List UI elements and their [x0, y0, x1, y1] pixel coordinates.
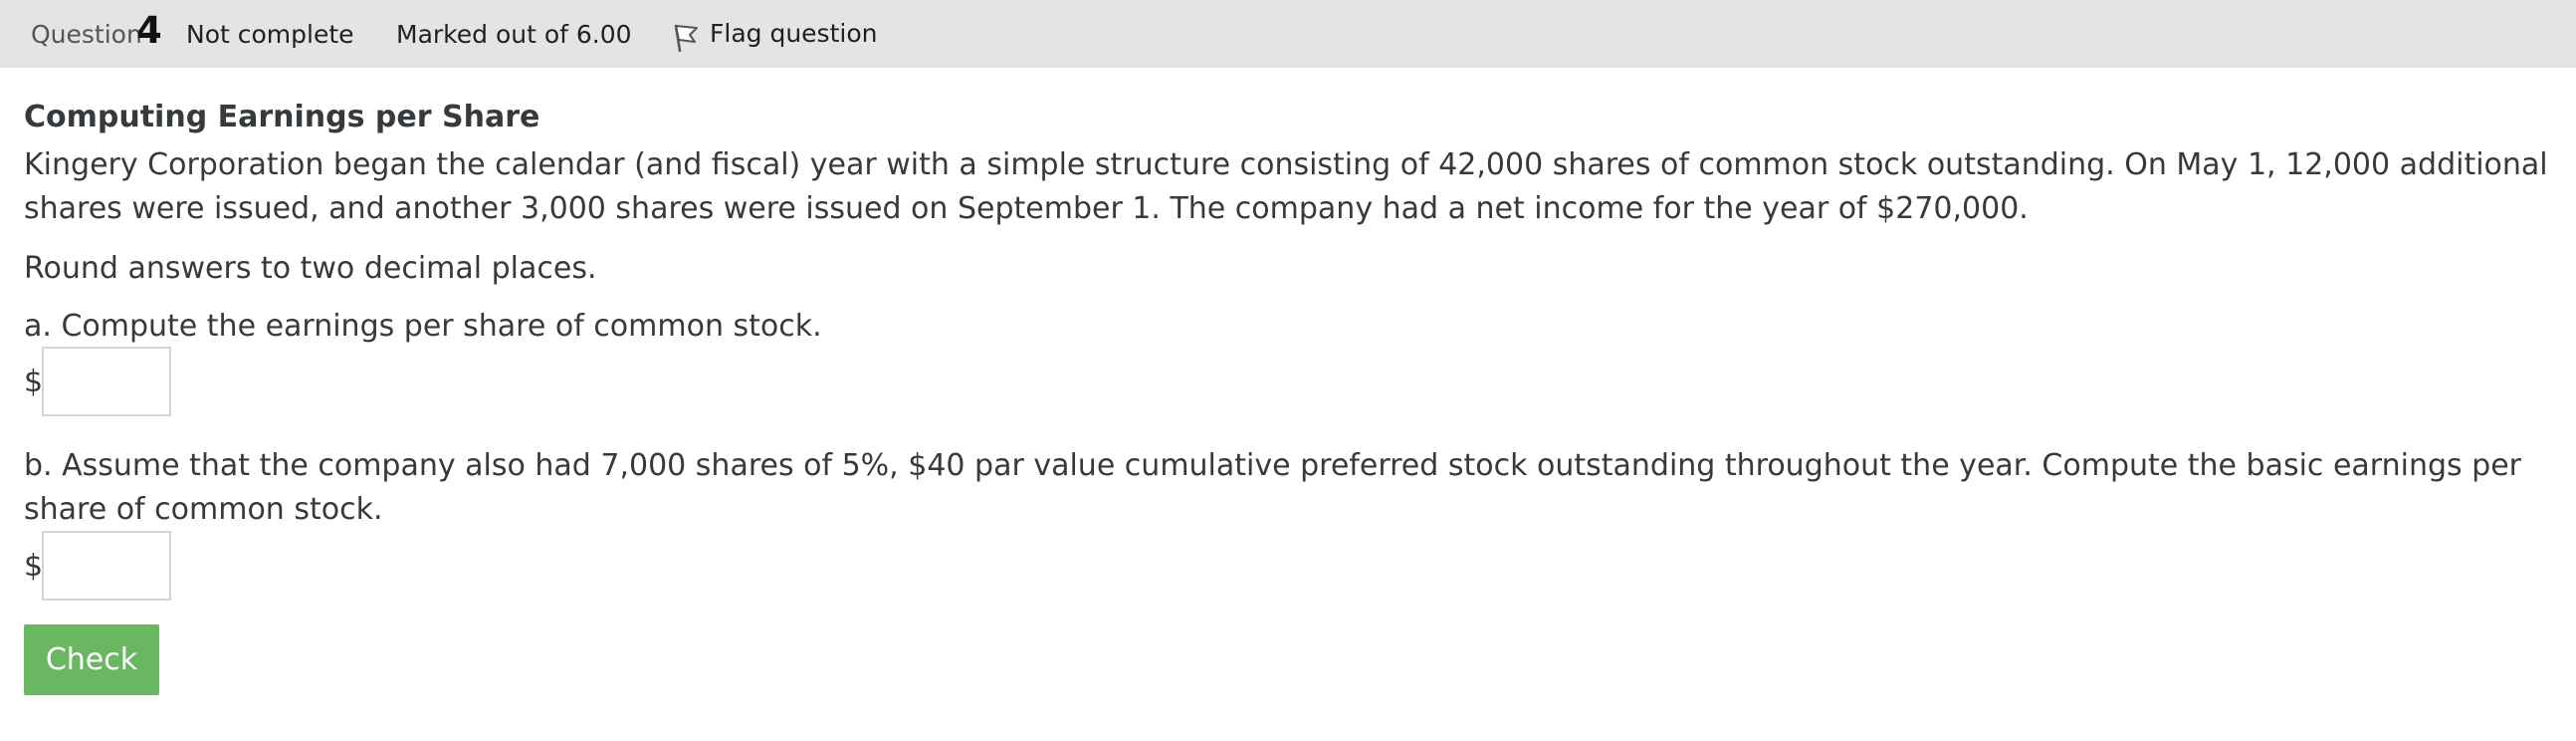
flag-icon — [674, 24, 698, 52]
flag-question-button[interactable]: Flag question — [673, 0, 877, 68]
question-info-bar: Question 4 Not complete Marked out of 6.… — [0, 0, 2576, 68]
part-b-currency-symbol: $ — [24, 548, 44, 584]
question-title: Computing Earnings per Share — [24, 100, 540, 134]
question-intro: Kingery Corporation began the calendar (… — [24, 147, 2548, 226]
part-a-answer-input[interactable] — [42, 347, 171, 416]
check-button[interactable]: Check — [24, 624, 159, 695]
part-a-answer-row: $ — [24, 346, 171, 417]
part-a-currency-symbol: $ — [24, 364, 44, 399]
question-label: Question — [31, 20, 142, 49]
part-b-answer-input[interactable] — [42, 531, 171, 601]
question-number: 4 — [136, 9, 162, 52]
part-a-prompt: a. Compute the earnings per share of com… — [24, 309, 822, 344]
part-b-prompt: b. Assume that the company also had 7,00… — [24, 448, 2522, 527]
question-grade: Marked out of 6.00 — [396, 20, 632, 49]
question-instruction: Round answers to two decimal places. — [24, 251, 597, 286]
flag-question-label: Flag question — [710, 19, 878, 48]
question-state: Not complete — [186, 20, 354, 49]
part-b-answer-row: $ — [24, 530, 171, 602]
